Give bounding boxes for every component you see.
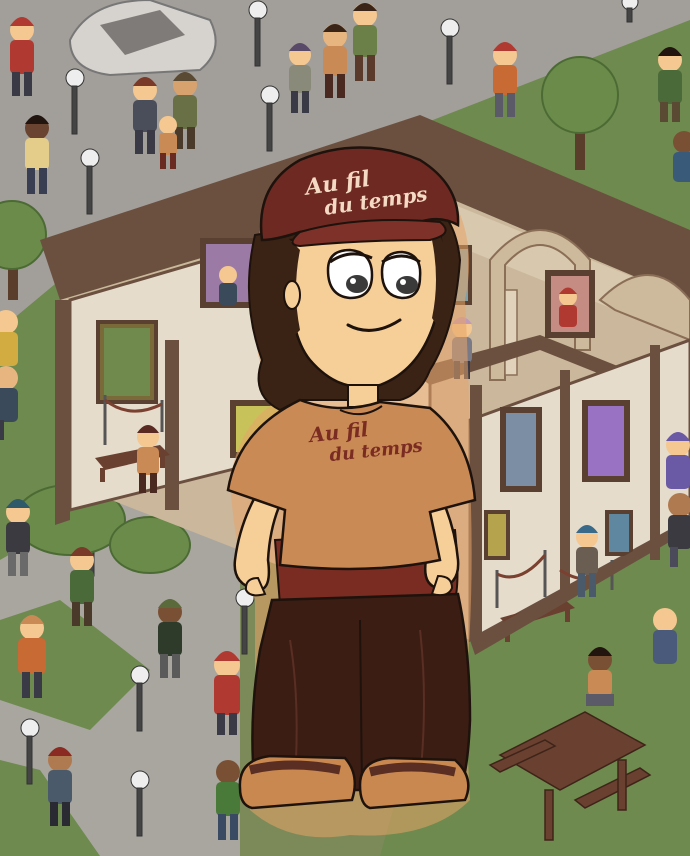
- ear-left: [283, 280, 301, 310]
- person: [0, 310, 18, 366]
- person: [666, 432, 690, 489]
- person: [586, 647, 614, 706]
- illustration-scene: Au fil du temps Au fil du temps: [0, 0, 690, 856]
- person: [673, 131, 690, 182]
- illustration-canvas: Au fil du temps Au fil du temps: [0, 0, 690, 856]
- person: [219, 266, 237, 305]
- person: [653, 608, 677, 664]
- main-character: Au fil du temps Au fil du temps: [226, 146, 477, 838]
- person: [559, 287, 577, 327]
